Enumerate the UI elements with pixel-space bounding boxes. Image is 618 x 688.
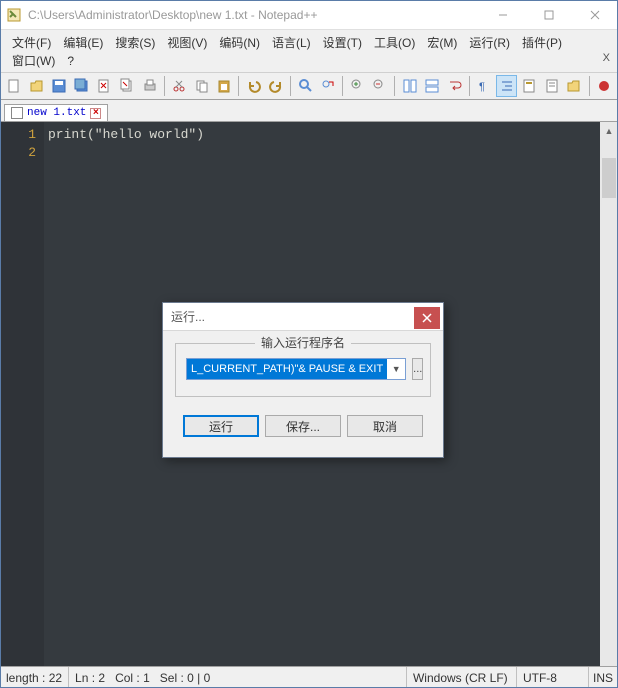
close-button[interactable]	[572, 0, 618, 30]
wrap-icon[interactable]	[444, 75, 465, 97]
menu-edit[interactable]: 编辑(E)	[57, 34, 109, 52]
status-eol: Windows (CR LF)	[407, 667, 517, 688]
menu-macro[interactable]: 宏(M)	[421, 34, 463, 52]
show-chars-icon[interactable]: ¶	[474, 75, 495, 97]
run-button[interactable]: 运行	[183, 415, 259, 437]
app-icon	[6, 7, 22, 23]
file-tab[interactable]: new 1.txt ×	[4, 104, 108, 121]
vertical-scrollbar[interactable]: ▲	[600, 122, 618, 666]
tab-bar: new 1.txt ×	[0, 100, 618, 122]
dialog-group-label: 输入运行程序名	[255, 334, 351, 351]
copy-icon[interactable]	[191, 75, 212, 97]
print-icon[interactable]	[139, 75, 160, 97]
doc-map-icon[interactable]	[519, 75, 540, 97]
menu-file[interactable]: 文件(F)	[6, 34, 57, 52]
run-command-combo[interactable]: L_CURRENT_PATH)"& PAUSE & EXIT ▼	[186, 358, 406, 380]
run-dialog: 运行... 输入运行程序名 L_CURRENT_PATH)"& PAUSE & …	[162, 302, 444, 458]
maximize-button[interactable]	[526, 0, 572, 30]
record-macro-icon[interactable]	[594, 75, 615, 97]
paste-icon[interactable]	[214, 75, 235, 97]
status-line: Ln : 2	[75, 671, 105, 685]
sync-h-icon[interactable]	[422, 75, 443, 97]
sync-v-icon[interactable]	[399, 75, 420, 97]
menu-close-icon[interactable]: X	[603, 52, 610, 64]
menu-tools[interactable]: 工具(O)	[368, 34, 421, 52]
zoom-in-icon[interactable]	[347, 75, 368, 97]
menu-view[interactable]: 视图(V)	[161, 34, 213, 52]
scroll-thumb[interactable]	[602, 158, 616, 198]
cancel-button[interactable]: 取消	[347, 415, 423, 437]
chevron-down-icon[interactable]: ▼	[387, 364, 405, 374]
dialog-titlebar[interactable]: 运行...	[163, 303, 443, 331]
status-sel: Sel : 0 | 0	[160, 671, 210, 685]
menu-encoding[interactable]: 编码(N)	[213, 34, 266, 52]
scroll-up-icon[interactable]: ▲	[600, 122, 618, 140]
save-all-icon[interactable]	[72, 75, 93, 97]
zoom-out-icon[interactable]	[370, 75, 391, 97]
status-length: length : 22	[0, 667, 69, 688]
status-bar: length : 22 Ln : 2 Col : 1 Sel : 0 | 0 W…	[0, 666, 618, 688]
toolbar: ¶	[0, 72, 618, 100]
menu-settings[interactable]: 设置(T)	[317, 34, 368, 52]
redo-icon[interactable]	[266, 75, 287, 97]
undo-icon[interactable]	[243, 75, 264, 97]
func-list-icon[interactable]	[542, 75, 563, 97]
replace-icon[interactable]	[318, 75, 339, 97]
menu-run[interactable]: 运行(R)	[463, 34, 516, 52]
menu-search[interactable]: 搜索(S)	[109, 34, 161, 52]
svg-text:¶: ¶	[479, 81, 485, 93]
tab-label: new 1.txt	[27, 107, 86, 119]
line-gutter: 1 2	[0, 122, 44, 666]
close-all-icon[interactable]	[117, 75, 138, 97]
tab-close-icon[interactable]: ×	[90, 108, 101, 119]
status-col: Col : 1	[115, 671, 150, 685]
dialog-close-button[interactable]	[414, 307, 440, 329]
minimize-button[interactable]	[480, 0, 526, 30]
open-file-icon[interactable]	[27, 75, 48, 97]
folder-icon[interactable]	[564, 75, 585, 97]
new-file-icon[interactable]	[4, 75, 25, 97]
cut-icon[interactable]	[169, 75, 190, 97]
status-encoding: UTF-8	[517, 667, 589, 688]
save-button[interactable]: 保存...	[265, 415, 341, 437]
file-icon	[11, 107, 23, 119]
find-icon[interactable]	[295, 75, 316, 97]
menu-bar: 文件(F) 编辑(E) 搜索(S) 视图(V) 编码(N) 语言(L) 设置(T…	[0, 30, 618, 72]
run-command-input[interactable]: L_CURRENT_PATH)"& PAUSE & EXIT	[187, 359, 387, 379]
menu-window[interactable]: 窗口(W)	[6, 52, 61, 70]
menu-plugins[interactable]: 插件(P)	[516, 34, 568, 52]
indent-guide-icon[interactable]	[496, 75, 517, 97]
dialog-title: 运行...	[171, 308, 414, 325]
close-file-icon[interactable]	[94, 75, 115, 97]
menu-help[interactable]: ?	[61, 52, 80, 70]
browse-button[interactable]: ...	[412, 358, 423, 380]
save-icon[interactable]	[49, 75, 70, 97]
window-title: C:\Users\Administrator\Desktop\new 1.txt…	[28, 8, 480, 22]
window-titlebar: C:\Users\Administrator\Desktop\new 1.txt…	[0, 0, 618, 30]
status-mode: INS	[589, 667, 618, 688]
menu-language[interactable]: 语言(L)	[266, 34, 317, 52]
